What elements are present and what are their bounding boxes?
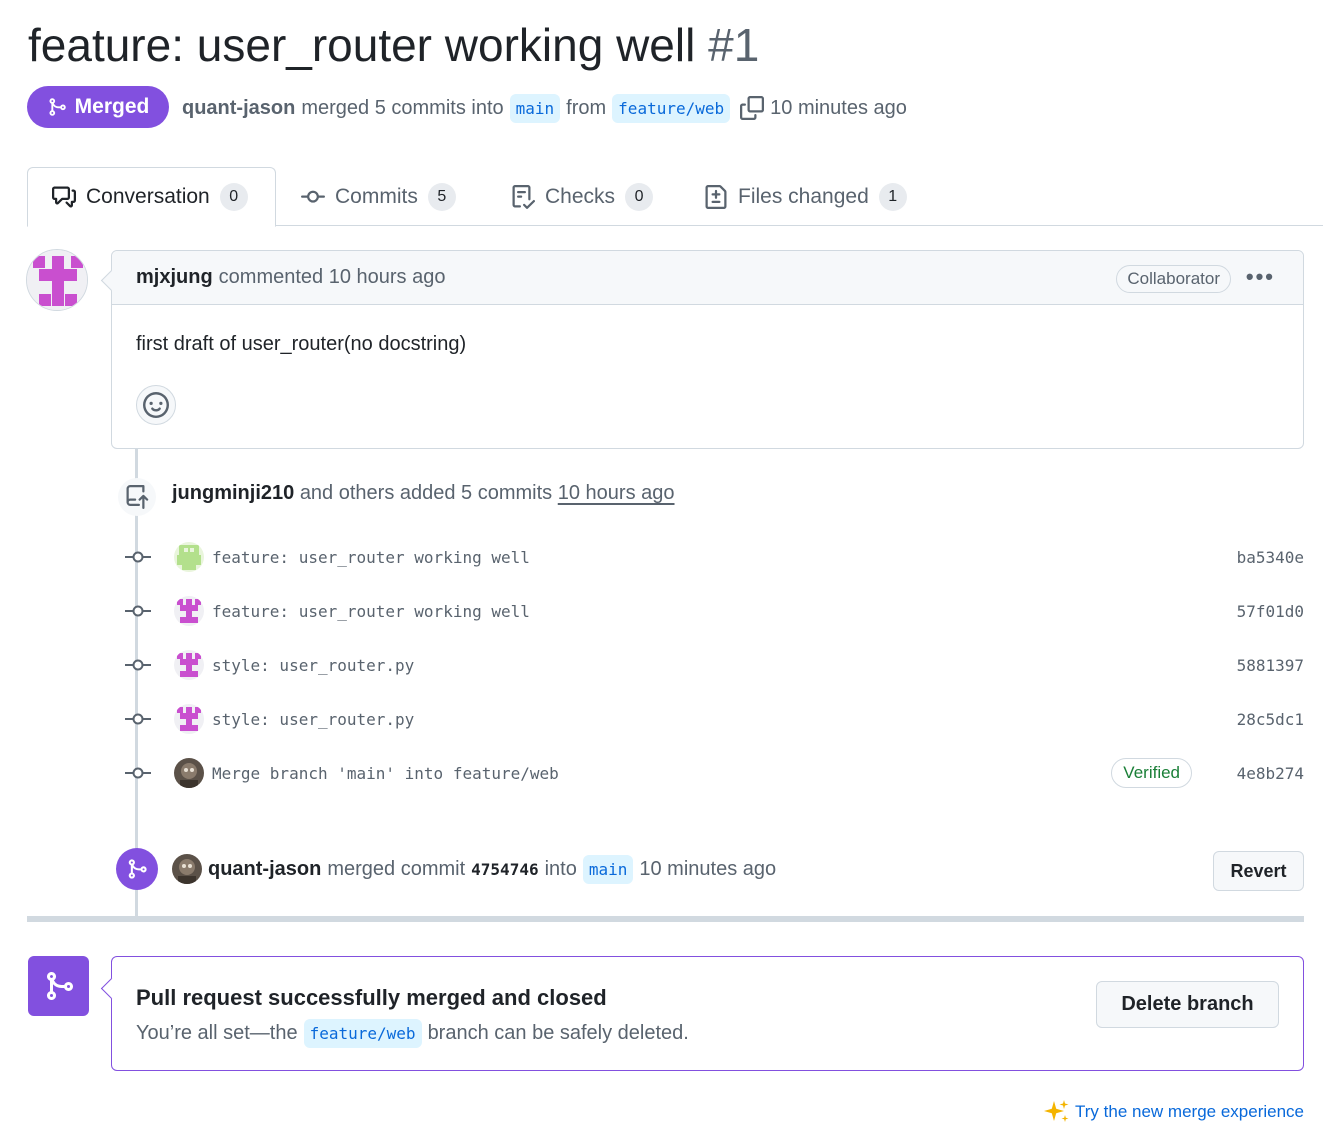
tab-files-changed[interactable]: Files changed 1: [680, 167, 931, 226]
commit-message[interactable]: style: user_router.py: [212, 710, 414, 729]
role-badge: Collaborator: [1116, 265, 1231, 293]
pr-tabs: Conversation 0 Commits 5 Checks 0 Files …: [27, 167, 1323, 227]
comment-action: commented 10 hours ago: [218, 266, 446, 288]
commit-sha[interactable]: 5881397: [1237, 656, 1304, 675]
tab-checks-count: 0: [625, 182, 654, 211]
comment-box: mjxjung commented 10 hours ago Collabora…: [111, 250, 1304, 449]
merge-event-time: 10 minutes ago: [639, 857, 777, 880]
merge-base-branch[interactable]: main: [582, 854, 634, 884]
avatar[interactable]: [174, 650, 204, 680]
merged-status-box: Pull request successfully merged and clo…: [111, 956, 1304, 1071]
commit-row: style: user_router.py 28c5dc1: [124, 699, 1304, 739]
comment-header: mjxjung commented 10 hours ago Collabora…: [112, 251, 1303, 305]
revert-button[interactable]: Revert: [1213, 851, 1304, 891]
commit-sha[interactable]: ba5340e: [1237, 548, 1304, 567]
comment-discussion-icon: [52, 186, 76, 208]
merged-state-badge: Merged: [27, 86, 169, 128]
commit-row: feature: user_router working well 57f01d…: [124, 591, 1304, 631]
git-commit-icon: [124, 709, 152, 729]
merge-time: 10 minutes ago: [770, 96, 907, 119]
commit-sha[interactable]: 4e8b274: [1237, 764, 1304, 783]
timeline-divider: [27, 916, 1304, 922]
pr-number: #1: [708, 19, 760, 71]
avatar[interactable]: [174, 704, 204, 734]
merged-head-branch[interactable]: feature/web: [303, 1019, 422, 1048]
git-commit-icon: [124, 547, 152, 567]
verified-badge[interactable]: Verified: [1111, 758, 1192, 788]
commit-sha[interactable]: 28c5dc1: [1237, 710, 1304, 729]
merge-author[interactable]: quant-jason: [208, 858, 321, 881]
git-commit-icon: [301, 190, 325, 203]
commit-message[interactable]: feature: user_router working well: [212, 602, 530, 621]
merged-sub-prefix: You’re all set—the: [136, 1022, 298, 1044]
merged-status-subtitle: You’re all set—the feature/web branch ca…: [136, 1019, 689, 1048]
push-summary: and others added 5 commits: [299, 482, 553, 504]
tab-files-changed-count: 1: [878, 182, 907, 211]
add-reaction-button[interactable]: [136, 385, 176, 425]
sparkles-icon: [1044, 1100, 1069, 1122]
comment-body: first draft of user_router(no docstring): [136, 333, 467, 355]
git-commit-icon: [124, 601, 152, 621]
smiley-icon: [143, 392, 169, 418]
tab-conversation[interactable]: Conversation 0: [27, 167, 276, 227]
git-merge-icon: [49, 98, 66, 116]
tab-checks[interactable]: Checks 0: [487, 167, 677, 226]
avatar[interactable]: [174, 758, 204, 788]
commit-row: feature: user_router working well ba5340…: [124, 537, 1304, 577]
avatar[interactable]: [26, 249, 88, 311]
avatar[interactable]: [174, 596, 204, 626]
tab-conversation-count: 0: [219, 183, 248, 211]
push-event-text: jungminji210 and others added 5 commits …: [172, 482, 675, 505]
try-new-merge-link[interactable]: Try the new merge experience: [1043, 1098, 1304, 1126]
avatar[interactable]: [174, 542, 204, 572]
git-merge-icon: [28, 956, 89, 1016]
merger-link[interactable]: quant-jason: [182, 97, 295, 120]
git-commit-icon: [124, 655, 152, 675]
merge-commit-sha[interactable]: 4754746: [471, 860, 538, 879]
avatar[interactable]: [172, 854, 202, 884]
kebab-menu-icon[interactable]: •••: [1246, 264, 1275, 290]
tab-commits-count: 5: [427, 182, 456, 211]
commit-row: style: user_router.py 5881397: [124, 645, 1304, 685]
tab-conversation-label: Conversation: [86, 185, 210, 208]
pr-title-text: feature: user_router working well: [28, 19, 696, 71]
commit-message[interactable]: feature: user_router working well: [212, 548, 530, 567]
commit-message[interactable]: Merge branch 'main' into feature/web: [212, 764, 559, 783]
commit-sha[interactable]: 57f01d0: [1237, 602, 1304, 621]
tab-files-changed-label: Files changed: [738, 184, 869, 208]
head-branch[interactable]: feature/web: [612, 93, 731, 123]
try-new-merge-label[interactable]: Try the new merge experience: [1075, 1102, 1304, 1122]
pr-title: feature: user_router working well #1: [28, 18, 759, 72]
commit-message[interactable]: style: user_router.py: [212, 656, 414, 675]
from-label: from: [566, 96, 607, 119]
commit-row: Merge branch 'main' into feature/web Ver…: [124, 753, 1304, 793]
tab-commits-label: Commits: [335, 184, 418, 208]
checklist-icon: [512, 184, 535, 209]
merge-event-summary: merged commit: [327, 857, 466, 880]
tab-checks-label: Checks: [545, 184, 616, 208]
merge-event-text: quant-jason merged commit 4754746 into m…: [172, 853, 776, 885]
delete-branch-button[interactable]: Delete branch: [1096, 981, 1279, 1028]
push-time-link[interactable]: 10 hours ago: [558, 482, 675, 504]
pr-meta: quant-jason merged 5 commits into main f…: [182, 92, 907, 124]
git-merge-icon: [116, 848, 158, 890]
file-diff-icon: [705, 184, 727, 209]
repo-push-icon: [118, 478, 156, 516]
git-commit-icon: [124, 763, 152, 783]
push-author[interactable]: jungminji210: [172, 482, 294, 504]
copy-icon[interactable]: [740, 96, 765, 120]
merge-summary: merged 5 commits into: [301, 96, 504, 119]
merge-into-label: into: [544, 857, 577, 880]
tab-commits[interactable]: Commits 5: [277, 167, 480, 226]
merged-sub-suffix: branch can be safely deleted.: [427, 1022, 689, 1044]
merged-status-title: Pull request successfully merged and clo…: [136, 985, 607, 1010]
comment-author[interactable]: mjxjung: [136, 266, 213, 289]
base-branch[interactable]: main: [509, 93, 561, 123]
merged-state-label: Merged: [74, 95, 150, 118]
